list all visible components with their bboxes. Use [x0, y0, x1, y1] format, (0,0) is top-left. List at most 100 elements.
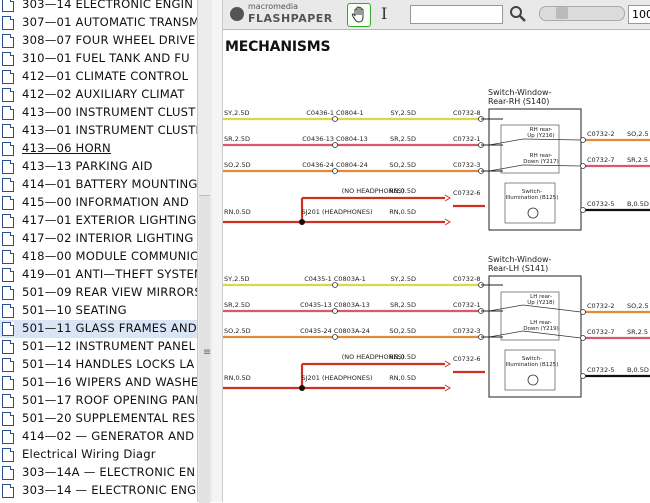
tree-item-label: 303—14 — ELECTRONIC ENG	[22, 483, 197, 497]
tree-item[interactable]: Electrical Wiring Diagr	[0, 446, 197, 464]
tree-item[interactable]: 501—09 REAR VIEW MIRRORS	[0, 284, 197, 302]
document-icon	[2, 286, 14, 300]
tree-item[interactable]: 415—00 INFORMATION AND	[0, 194, 197, 212]
wire-label: SO,2.5	[627, 130, 649, 138]
lamp-icon	[527, 374, 539, 386]
tree-item[interactable]: 413—13 PARKING AID	[0, 158, 197, 176]
pin-label: C0732-1	[453, 135, 481, 143]
connector-icon	[332, 142, 338, 148]
tree-item-label: 501—16 WIPERS AND WASHEI	[22, 375, 197, 389]
tree-item-label: 414—02 — GENERATOR AND	[22, 429, 195, 443]
tree-item[interactable]: 414—01 BATTERY MOUNTING	[0, 176, 197, 194]
pin-label: C0732-6	[453, 189, 481, 197]
tree-scrollbar[interactable]	[197, 0, 213, 503]
document-icon	[2, 340, 14, 354]
tree-item-label: 303—14 ELECTRONIC ENGIN	[22, 0, 194, 11]
tree-item-label: 308—07 FOUR WHEEL DRIVE	[22, 33, 196, 47]
tree-item[interactable]: 413—06 HORN	[0, 140, 197, 158]
flashpaper-logo-icon	[230, 7, 244, 21]
tree-item[interactable]: 310—01 FUEL TANK AND FU	[0, 50, 197, 68]
connector-icon	[332, 308, 338, 314]
tree-item-label: 413—00 INSTRUMENT CLUST	[22, 105, 196, 119]
wire-note: SJ201 (HEADPHONES)	[301, 374, 372, 382]
tree-item[interactable]: 501—10 SEATING	[0, 302, 197, 320]
connector-label: C0436-13 C0804-13	[302, 135, 367, 143]
splitter-grip-icon[interactable]: ≡	[203, 347, 211, 358]
brand-small-text: macromedia	[248, 2, 299, 11]
pin-label: C0732-7	[587, 156, 615, 164]
pin-label: C0732-3	[453, 161, 481, 169]
switch-title: Rear-RH (S140)	[488, 97, 549, 106]
search-button[interactable]	[508, 4, 528, 24]
tree-item[interactable]: 417—01 EXTERIOR LIGHTING	[0, 212, 197, 230]
wire-label: RN,0.5D	[389, 208, 416, 216]
connector-icon	[580, 207, 586, 213]
tree-item[interactable]: 501—16 WIPERS AND WASHEI	[0, 374, 197, 392]
search-icon	[510, 6, 526, 22]
zoom-slider[interactable]	[539, 6, 625, 21]
hand-tool-button[interactable]	[347, 3, 371, 27]
tree-item[interactable]: 303—14A — ELECTRONIC EN	[0, 464, 197, 482]
wire-label: B,0.5D	[627, 366, 649, 374]
document-icon	[2, 484, 14, 498]
wire-label: SR,2.5	[627, 328, 648, 336]
document-tree: 303—14 ELECTRONIC ENGIN 307—01 AUTOMATIC …	[0, 0, 197, 502]
contact-line	[488, 304, 524, 312]
tree-item[interactable]: 501—14 HANDLES LOCKS LA	[0, 356, 197, 374]
document-icon	[2, 106, 14, 120]
zoom-percent-field[interactable]: 100	[628, 5, 650, 24]
tree-item[interactable]: 412—01 CLIMATE CONTROL	[0, 68, 197, 86]
tree-item[interactable]: 303—14 — ELECTRONIC ENG	[0, 482, 197, 500]
tree-item[interactable]: 303—14 ELECTRONIC ENGIN	[0, 0, 197, 14]
connector-icon	[580, 309, 586, 315]
hand-icon	[351, 6, 364, 23]
document-icon	[2, 322, 14, 336]
find-input[interactable]	[410, 5, 503, 24]
document-icon	[2, 52, 14, 66]
connector-icon	[580, 335, 586, 341]
pin-label: C0732-5	[587, 366, 615, 374]
wiring-diagram-page: MECHANISMS Switch-Window- Rear-RH (S140) R…	[223, 30, 650, 502]
tree-item-label: 501—12 INSTRUMENT PANEL	[22, 339, 196, 353]
zoom-slider-thumb[interactable]	[556, 7, 568, 19]
tree-item[interactable]: 413—00 INSTRUMENT CLUST	[0, 104, 197, 122]
tree-item[interactable]: 417—02 INTERIOR LIGHTING	[0, 230, 197, 248]
tree-item-label: 417—02 INTERIOR LIGHTING	[22, 231, 194, 245]
wire-label: RN,0.5D	[389, 353, 416, 361]
tree-item[interactable]: 419—01 ANTI—THEFT SYSTEM	[0, 266, 197, 284]
tree-item[interactable]: 307—01 AUTOMATIC TRANSM	[0, 14, 197, 32]
document-icon	[2, 412, 14, 426]
wire-label: SR,2.5D	[224, 135, 250, 143]
document-icon	[2, 88, 14, 102]
splice-icon	[299, 219, 305, 225]
tree-item-label: 501—10 SEATING	[22, 303, 127, 317]
tree-item-label: 417—01 EXTERIOR LIGHTING	[22, 213, 197, 227]
tree-item[interactable]: 414—02 — GENERATOR AND	[0, 428, 197, 446]
pin-label: C0732-1	[453, 301, 481, 309]
tree-item-label: 501—11 GLASS FRAMES AND	[22, 321, 197, 335]
document-icon	[2, 232, 14, 246]
wire-label: SO,2.5D	[389, 161, 416, 169]
tree-item[interactable]: 501—11 GLASS FRAMES AND	[0, 320, 197, 338]
tree-item[interactable]: 412—02 AUXILIARY CLIMAT	[0, 86, 197, 104]
document-icon	[2, 70, 14, 84]
connector-label: C0436-24 C0804-24	[302, 161, 367, 169]
tree-item[interactable]: 413—01 INSTRUMENT CLUSTE	[0, 122, 197, 140]
wire-label: SO,2.5D	[224, 327, 251, 335]
connector-icon	[332, 334, 338, 340]
relay-label: Up (Y218)	[527, 300, 554, 306]
tree-item-label: 501—09 REAR VIEW MIRRORS	[22, 285, 197, 299]
tree-item[interactable]: 501—12 INSTRUMENT PANEL	[0, 338, 197, 356]
lamp-icon	[527, 207, 539, 219]
tree-item[interactable]: 501—17 ROOF OPENING PANE	[0, 392, 197, 410]
document-icon	[2, 358, 14, 372]
tree-item[interactable]: 308—07 FOUR WHEEL DRIVE	[0, 32, 197, 50]
tree-item[interactable]: 501—20 SUPPLEMENTAL RES	[0, 410, 197, 428]
pin-label: C0732-8	[453, 275, 481, 283]
text-select-icon[interactable]: I	[381, 4, 387, 23]
tree-item[interactable]: 418—00 MODULE COMMUNICA	[0, 248, 197, 266]
switch-title: Rear-LH (S141)	[488, 264, 548, 273]
tree-item-label: 303—14A — ELECTRONIC EN	[22, 465, 196, 479]
wire-label: SY,2.5D	[224, 275, 250, 283]
tree-item-label: 413—13 PARKING AID	[22, 159, 153, 173]
